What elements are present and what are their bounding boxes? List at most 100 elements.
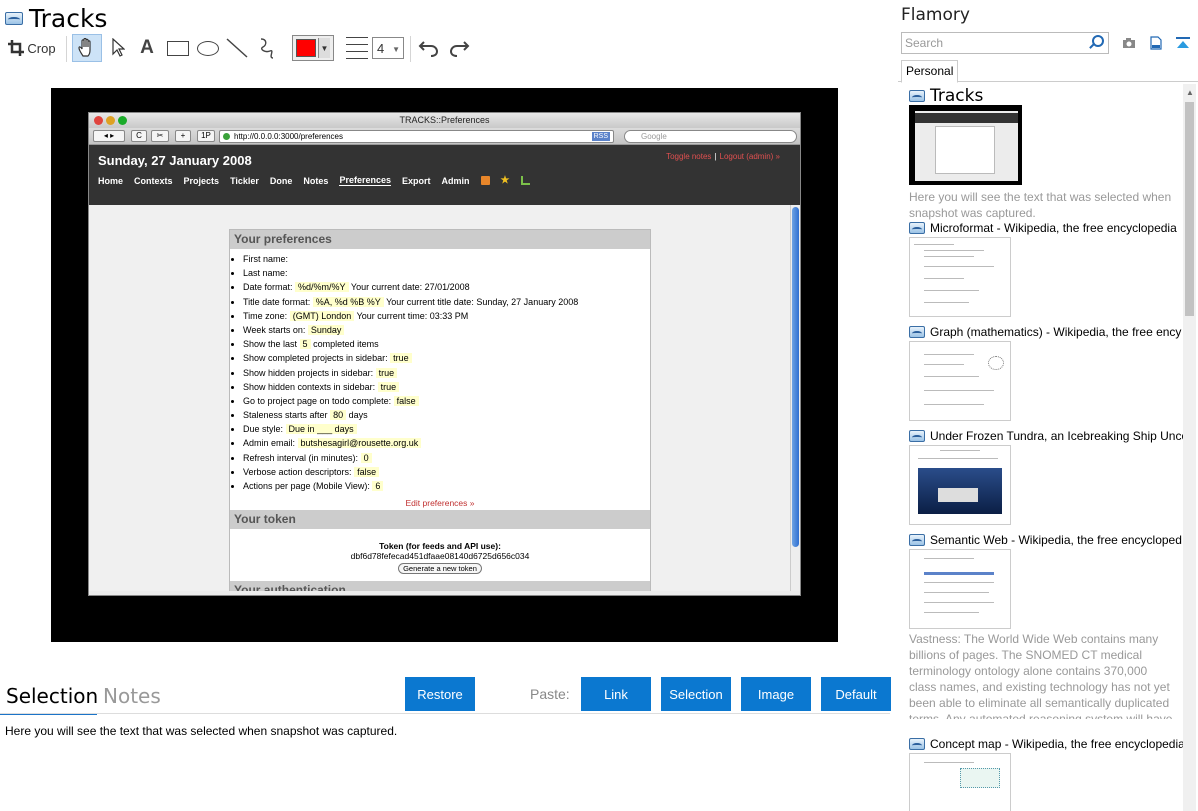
paste-image-button[interactable]: Image — [741, 677, 811, 711]
snapshot-title-row: Graph (mathematics) - Wikipedia, the fre… — [909, 325, 1181, 339]
tab-personal[interactable]: Personal — [901, 60, 959, 83]
tracks-content: Your preferences First name:Last name:Da… — [89, 205, 790, 591]
rectangle-tool[interactable] — [164, 34, 192, 62]
snapshot-description: Vastness: The World Wide Web contains ma… — [909, 632, 1173, 719]
preference-label: Show the last — [243, 339, 298, 350]
1p-button: 1P — [197, 130, 215, 142]
list-item[interactable]: Microformat - Wikipedia, the free encycl… — [909, 221, 1177, 317]
scroll-thumb[interactable] — [1185, 102, 1194, 316]
flamory-app: Tracks Crop A ▼ 4 ▼ TRACKS::Preferences … — [0, 0, 1198, 811]
preference-item: Admin email: butshesagirl@rousette.org.u… — [243, 436, 650, 450]
preference-item: Show the last 5 completed items — [243, 337, 650, 351]
crop-label: Crop — [27, 40, 56, 56]
scroll-up-icon[interactable]: ▲ — [1186, 88, 1194, 97]
freehand-tool[interactable] — [254, 34, 280, 62]
snapshot-thumbnail — [909, 105, 1022, 185]
list-item[interactable]: Tracks Here you will see the text that w… — [909, 86, 1174, 221]
camera-icon[interactable] — [1122, 36, 1136, 50]
preference-item: Title date format: %A, %d %B %Y Your cur… — [243, 295, 650, 309]
preference-item: Date format: %d/%m/%Y Your current date:… — [243, 280, 650, 294]
snapshot-image[interactable]: TRACKS::Preferences ◂ ▸ C ✂ + 1P http://… — [51, 88, 838, 642]
chevron-down-icon: ▼ — [392, 45, 400, 54]
generate-token-button: Generate a new token — [398, 563, 482, 575]
line-width-icon — [344, 34, 370, 62]
preference-label: Due style: — [243, 424, 284, 435]
color-picker[interactable]: ▼ — [292, 35, 334, 61]
snapshot-title: Graph (mathematics) - Wikipedia, the fre… — [930, 325, 1182, 339]
collapse-top-icon[interactable] — [1176, 36, 1190, 50]
search-icon[interactable] — [1092, 35, 1104, 47]
line-width-select[interactable]: 4 ▼ — [372, 37, 404, 59]
paste-link-button[interactable]: Link — [581, 677, 651, 711]
preference-label: Show hidden projects in sidebar: — [243, 367, 374, 378]
preference-value: 6 — [372, 481, 384, 491]
library-tabs: Personal — [898, 60, 1198, 83]
app-icon — [5, 11, 23, 25]
redo-button[interactable] — [446, 34, 472, 62]
preference-item: Week starts on: Sunday — [243, 323, 650, 337]
preference-item: Show completed projects in sidebar: true — [243, 351, 650, 365]
hand-icon — [78, 38, 91, 57]
url-text: http://0.0.0.0:3000/preferences — [234, 132, 343, 141]
redo-icon — [449, 41, 470, 57]
list-item[interactable]: Graph (mathematics) - Wikipedia, the fre… — [909, 325, 1181, 421]
snapshot-description: Here you will see the text that was sele… — [909, 190, 1172, 220]
preference-item: First name: — [243, 252, 650, 266]
preference-value: Due in ___ days — [285, 424, 357, 435]
snapshot-icon — [909, 90, 925, 102]
paste-selection-button[interactable]: Selection — [661, 677, 731, 711]
reload-button: C — [131, 130, 147, 142]
list-item[interactable]: Under Frozen Tundra, an Icebreaking Ship… — [909, 429, 1183, 525]
undo-button[interactable] — [416, 34, 442, 62]
window-title: Tracks — [5, 3, 107, 33]
snapshot-title: Microformat - Wikipedia, the free encycl… — [930, 221, 1177, 235]
tab-notes[interactable]: Notes — [103, 684, 161, 708]
preference-label: Actions per page (Mobile View): — [243, 481, 370, 491]
preference-label: Show hidden contexts in sidebar: — [243, 381, 376, 392]
list-item[interactable]: Concept map - Wikipedia, the free encycl… — [909, 737, 1183, 811]
paste-default-button[interactable]: Default — [821, 677, 891, 711]
line-tool[interactable] — [224, 34, 250, 62]
sidebar-title: Flamory — [901, 5, 970, 25]
snapshot-thumbnail — [909, 237, 1011, 317]
snapshot-title-row: Under Frozen Tundra, an Icebreaking Ship… — [909, 429, 1183, 443]
preference-label: Show completed projects in sidebar: — [243, 353, 388, 364]
menu-notes: Notes — [303, 175, 329, 186]
token-value: dbf6d78fefecad451dfaae08140d6725d656c034 — [350, 551, 530, 562]
search-input[interactable]: Search — [901, 32, 1109, 54]
ellipse-tool[interactable] — [195, 34, 221, 62]
hand-tool[interactable] — [72, 34, 102, 62]
browser-search: Google — [624, 130, 797, 143]
snapshot-list: Tracks Here you will see the text that w… — [898, 84, 1183, 811]
snapshot-icon — [909, 326, 925, 338]
list-item[interactable]: Semantic Web - Wikipedia, the free encyc… — [909, 533, 1182, 719]
document-icon[interactable] — [1149, 36, 1163, 50]
menu-export: Export — [401, 175, 431, 186]
pointer-tool[interactable] — [106, 34, 130, 62]
paste-label: Paste: — [530, 686, 570, 702]
tab-selection[interactable]: Selection — [6, 684, 98, 708]
snapshot-title: Concept map - Wikipedia, the free encycl… — [930, 737, 1183, 751]
preference-item: Due style: Due in ___ days — [243, 422, 650, 436]
link-separator: | — [714, 152, 717, 161]
menu-done: Done — [269, 175, 293, 186]
snapshot-icon — [909, 534, 925, 546]
preference-value: true — [375, 367, 398, 378]
browser-search-placeholder: Google — [641, 132, 667, 141]
text-tool-icon[interactable]: A — [134, 34, 160, 62]
undo-icon — [418, 41, 439, 57]
tracks-header: Sunday, 27 January 2008 Toggle notes | Log… — [89, 145, 800, 205]
snapshot-thumbnail — [909, 753, 1011, 811]
sidebar-scrollbar[interactable]: ▲ — [1183, 84, 1196, 811]
restore-button[interactable]: Restore — [405, 677, 475, 711]
main-pane: Tracks Crop A ▼ 4 ▼ TRACKS::Preferences … — [0, 0, 895, 811]
tracks-header-links: Toggle notes | Logout (admin) » — [666, 152, 780, 161]
rectangle-icon — [167, 40, 189, 56]
menu-projects: Projects — [183, 175, 220, 186]
snapshot-thumbnail — [909, 549, 1011, 629]
token-label: Token (for feeds and API use): — [379, 541, 501, 552]
url-bar: http://0.0.0.0:3000/preferences RSS — [219, 130, 614, 143]
selection-text: Here you will see the text that was sele… — [5, 724, 398, 738]
snapshot-icon — [909, 430, 925, 442]
crop-button[interactable]: Crop — [6, 34, 58, 62]
